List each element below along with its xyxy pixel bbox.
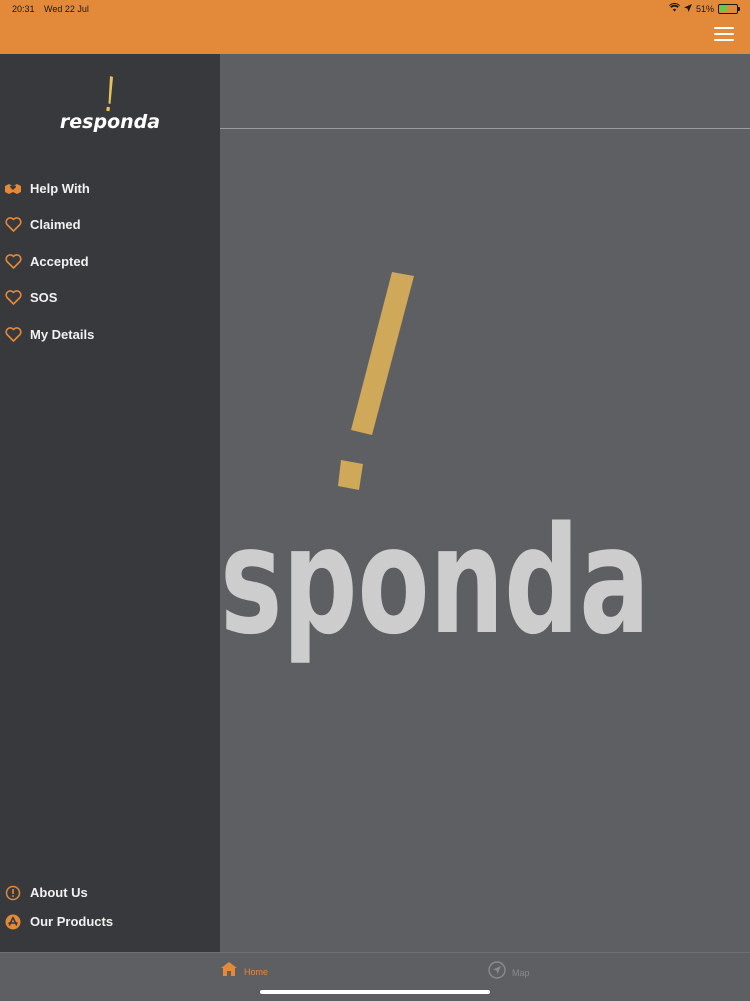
- battery-icon: [718, 3, 740, 14]
- sidebar-item-sos[interactable]: SOS: [0, 280, 220, 317]
- sidebar-item-our-products[interactable]: Our Products: [0, 907, 220, 936]
- home-indicator: [260, 990, 490, 994]
- home-icon: [220, 961, 238, 982]
- sidebar-item-label: About Us: [30, 885, 88, 900]
- sidebar-item-help-with[interactable]: Help With: [0, 170, 220, 207]
- tab-label: Home: [244, 966, 269, 977]
- heart-outline-icon: [4, 289, 22, 307]
- content-divider: [220, 128, 750, 129]
- info-circle-icon: [4, 884, 22, 902]
- sidebar-menu: Help With Claimed Accepted SOS My Detail…: [0, 170, 220, 353]
- helping-hands-icon: [4, 179, 22, 197]
- status-time: 20:31: [12, 4, 35, 14]
- sidebar-item-label: Help With: [30, 180, 90, 196]
- sidebar-item-my-details[interactable]: My Details: [0, 316, 220, 353]
- sidebar: responda Help With Claimed Accepted SOS …: [0, 54, 220, 952]
- sidebar-item-label: My Details: [30, 326, 95, 342]
- tab-home[interactable]: Home: [220, 961, 268, 982]
- heart-outline-icon: [4, 252, 22, 270]
- sidebar-item-accepted[interactable]: Accepted: [0, 243, 220, 280]
- sidebar-item-label: SOS: [30, 290, 58, 306]
- heart-outline-icon: [4, 325, 22, 343]
- tab-map[interactable]: Map: [488, 961, 530, 984]
- heart-outline-icon: [4, 216, 22, 234]
- status-indicators: 51%: [668, 2, 740, 14]
- wifi-icon: [668, 2, 680, 14]
- responda-logo-text: responda: [60, 111, 160, 133]
- location-arrow-icon: [683, 3, 692, 14]
- sidebar-item-label: Accepted: [30, 253, 89, 269]
- sidebar-bottom-menu: About Us Our Products: [0, 878, 220, 936]
- tab-label: Map: [512, 967, 530, 978]
- navigation-arrow-icon: [488, 961, 506, 984]
- app-header: 20:31 Wed 22 Jul 51%: [0, 0, 750, 54]
- sidebar-item-claimed[interactable]: Claimed: [0, 207, 220, 244]
- battery-percent: 51%: [695, 3, 714, 14]
- hamburger-menu-icon[interactable]: [714, 27, 734, 43]
- sidebar-item-about-us[interactable]: About Us: [0, 878, 220, 907]
- responda-splash-logo: sponda: [220, 272, 650, 667]
- responda-logo: responda: [60, 76, 160, 133]
- app-store-icon: [4, 913, 22, 931]
- sidebar-item-label: Our Products: [30, 914, 114, 929]
- status-date: Wed 22 Jul: [44, 4, 89, 14]
- splash-logo-text: sponda: [220, 495, 650, 667]
- sidebar-item-label: Claimed: [30, 217, 81, 233]
